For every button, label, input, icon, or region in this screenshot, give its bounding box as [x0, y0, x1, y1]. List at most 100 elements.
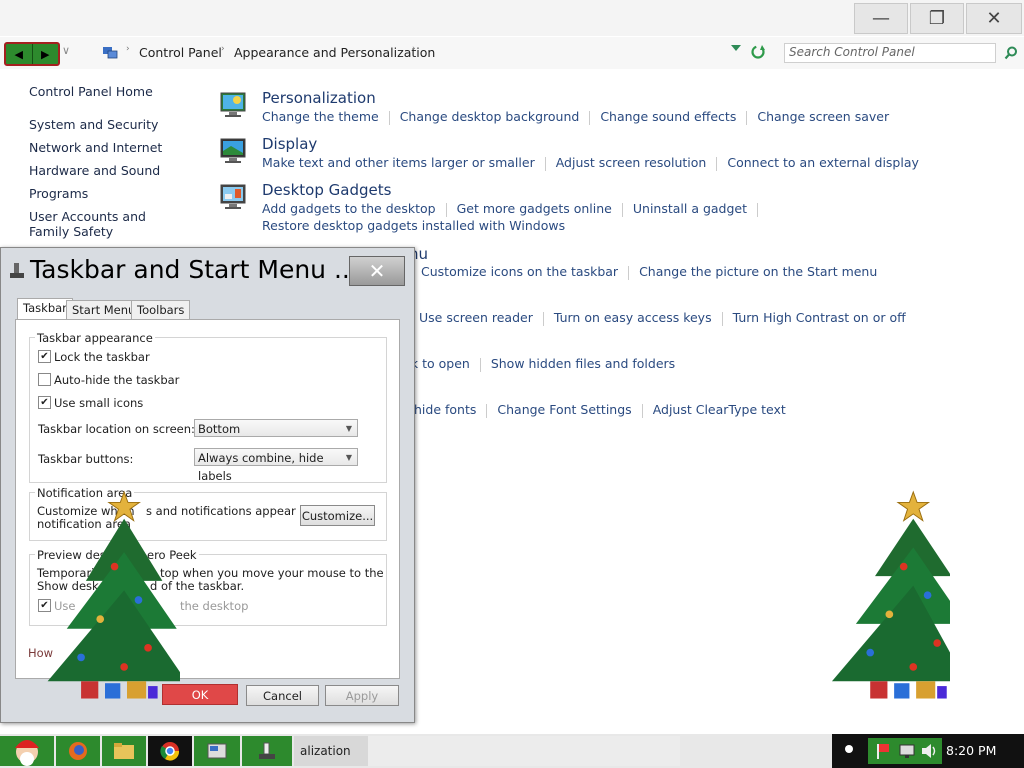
link-hide-fonts[interactable]: hide fonts: [414, 402, 476, 417]
chrome-icon: [160, 742, 180, 761]
breadcrumb-separator-icon: ›: [221, 44, 225, 54]
link-external-display[interactable]: Connect to an external display: [727, 155, 919, 170]
breadcrumb-separator-icon: ›: [412, 44, 416, 54]
category-display-title[interactable]: Display: [262, 135, 317, 153]
checkmark-icon: ✔: [40, 351, 49, 362]
christmas-tree-left-image: [47, 490, 180, 699]
link-sound-effects[interactable]: Change sound effects: [600, 109, 736, 124]
link-add-gadgets[interactable]: Add gadgets to the desktop: [262, 201, 436, 216]
control-panel-icon: [207, 743, 227, 759]
taskbar-links: Customize icons on the taskbar Change the…: [421, 264, 877, 280]
link-change-theme[interactable]: Change the theme: [262, 109, 379, 124]
sidebar-item-programs[interactable]: Programs: [29, 186, 189, 201]
close-icon: ✕: [986, 8, 1002, 29]
autohide-checkbox[interactable]: [38, 373, 51, 386]
peek-text-b: top when you move your mouse to the: [160, 566, 384, 580]
close-button[interactable]: ✕: [966, 3, 1022, 34]
display-links: Make text and other items larger or smal…: [262, 155, 919, 171]
taskbar-buttons-select[interactable]: Always combine, hide labels ▼: [194, 448, 358, 483]
search-icon[interactable]: [1004, 46, 1018, 60]
small-icons-checkbox[interactable]: ✔: [38, 396, 51, 409]
taskbar-taskbar-properties[interactable]: [242, 736, 292, 766]
taskbar-chrome[interactable]: [148, 736, 192, 766]
small-icons-label[interactable]: Use small icons: [54, 396, 143, 410]
taskbar-control-panel[interactable]: [194, 736, 240, 766]
category-personalization-title[interactable]: Personalization: [262, 89, 376, 107]
taskbar-active-window[interactable]: alization: [294, 736, 372, 766]
tray-dot-icon[interactable]: [845, 745, 853, 753]
personalization-links: Change the theme Change desktop backgroun…: [262, 109, 889, 125]
taskbar-location-select[interactable]: Bottom ▼: [194, 419, 358, 437]
link-more-gadgets[interactable]: Get more gadgets online: [457, 201, 612, 216]
dialog-close-button[interactable]: ✕: [349, 256, 405, 286]
link-screen-resolution[interactable]: Adjust screen resolution: [556, 155, 707, 170]
breadcrumb-appearance[interactable]: Appearance and Personalization: [234, 45, 435, 60]
sidebar-item-hardware[interactable]: Hardware and Sound: [29, 163, 189, 178]
link-text-size[interactable]: Make text and other items larger or smal…: [262, 155, 535, 170]
start-button[interactable]: [0, 736, 54, 766]
taskbar-location-label: Taskbar location on screen:: [38, 422, 195, 436]
breadcrumb-control-panel[interactable]: Control Panel: [139, 45, 222, 60]
tab-toolbars[interactable]: Toolbars: [131, 300, 191, 319]
taskbar-firefox[interactable]: [56, 736, 100, 766]
link-easy-access-keys[interactable]: Turn on easy access keys: [554, 310, 712, 325]
customize-button[interactable]: Customize...: [300, 505, 375, 526]
minimize-icon: —: [872, 8, 890, 29]
autohide-label[interactable]: Auto-hide the taskbar: [54, 373, 179, 387]
forward-button[interactable]: ▶: [31, 44, 59, 64]
taskbar-empty-slot: [368, 736, 680, 766]
volume-icon[interactable]: [920, 742, 938, 760]
folder-icon: [114, 743, 134, 759]
taskbar-appearance-label: Taskbar appearance: [35, 331, 155, 345]
checkmark-icon: ✔: [40, 397, 49, 408]
close-icon: ✕: [368, 259, 386, 283]
link-hidden-files[interactable]: Show hidden files and folders: [491, 356, 675, 371]
ease-links: Use screen reader Turn on easy access key…: [419, 310, 906, 326]
link-high-contrast[interactable]: Turn High Contrast on or off: [733, 310, 906, 325]
network-icon[interactable]: [898, 742, 916, 760]
taskbar-location-value: Bottom: [198, 422, 241, 436]
search-input[interactable]: Search Control Panel: [784, 43, 996, 63]
link-uninstall-gadget[interactable]: Uninstall a gadget: [633, 201, 747, 216]
link-screen-saver[interactable]: Change screen saver: [757, 109, 889, 124]
clock[interactable]: 8:20 PM: [946, 743, 996, 758]
cancel-button[interactable]: Cancel: [246, 685, 319, 706]
link-desktop-background[interactable]: Change desktop background: [400, 109, 580, 124]
restore-icon: ❐: [928, 8, 946, 29]
lock-taskbar-checkbox[interactable]: ✔: [38, 350, 51, 363]
sidebar-item-system-security[interactable]: System and Security: [29, 117, 189, 132]
recent-pages-button[interactable]: ∨: [62, 44, 70, 57]
link-cleartype[interactable]: Adjust ClearType text: [653, 402, 786, 417]
use-peek-label-b[interactable]: the desktop: [180, 599, 248, 613]
firefox-icon: [69, 742, 87, 760]
sidebar-item-network[interactable]: Network and Internet: [29, 140, 189, 155]
sidebar-item-home[interactable]: Control Panel Home: [29, 84, 189, 99]
apply-button[interactable]: Apply: [325, 685, 399, 706]
link-font-settings[interactable]: Change Font Settings: [497, 402, 631, 417]
link-restore-gadgets[interactable]: Restore desktop gadgets installed with W…: [262, 218, 565, 233]
desktop-gadgets-icon: [220, 184, 246, 209]
display-icon: [220, 138, 246, 163]
refresh-icon[interactable]: [750, 44, 766, 60]
dialog-app-icon: [10, 263, 24, 278]
tab-taskbar[interactable]: Taskbar: [17, 298, 73, 320]
address-dropdown-icon[interactable]: [731, 45, 741, 51]
link-customize-taskbar-icons[interactable]: Customize icons on the taskbar: [421, 264, 618, 279]
link-screen-reader[interactable]: Use screen reader: [419, 310, 533, 325]
restore-button[interactable]: ❐: [910, 3, 964, 34]
nav-buttons: ◀ ▶: [4, 42, 60, 66]
taskbar-properties-icon: [259, 742, 275, 759]
category-gadgets-title[interactable]: Desktop Gadgets: [262, 181, 391, 199]
taskbar-explorer[interactable]: [102, 736, 146, 766]
folder-links: ck to open Show hidden files and folders: [404, 356, 675, 372]
minimize-button[interactable]: —: [854, 3, 908, 34]
lock-taskbar-label[interactable]: Lock the taskbar: [54, 350, 150, 364]
dialog-title: Taskbar and Start Menu ...: [30, 255, 358, 284]
chevron-down-icon: ▼: [345, 424, 352, 433]
action-center-flag-icon[interactable]: [874, 742, 892, 760]
personalization-icon: [220, 92, 246, 117]
sidebar-item-user-accounts[interactable]: User Accounts and Family Safety: [29, 209, 179, 239]
back-button[interactable]: ◀: [6, 44, 32, 64]
santa-icon: [15, 740, 39, 766]
link-start-menu-picture[interactable]: Change the picture on the Start menu: [639, 264, 877, 279]
